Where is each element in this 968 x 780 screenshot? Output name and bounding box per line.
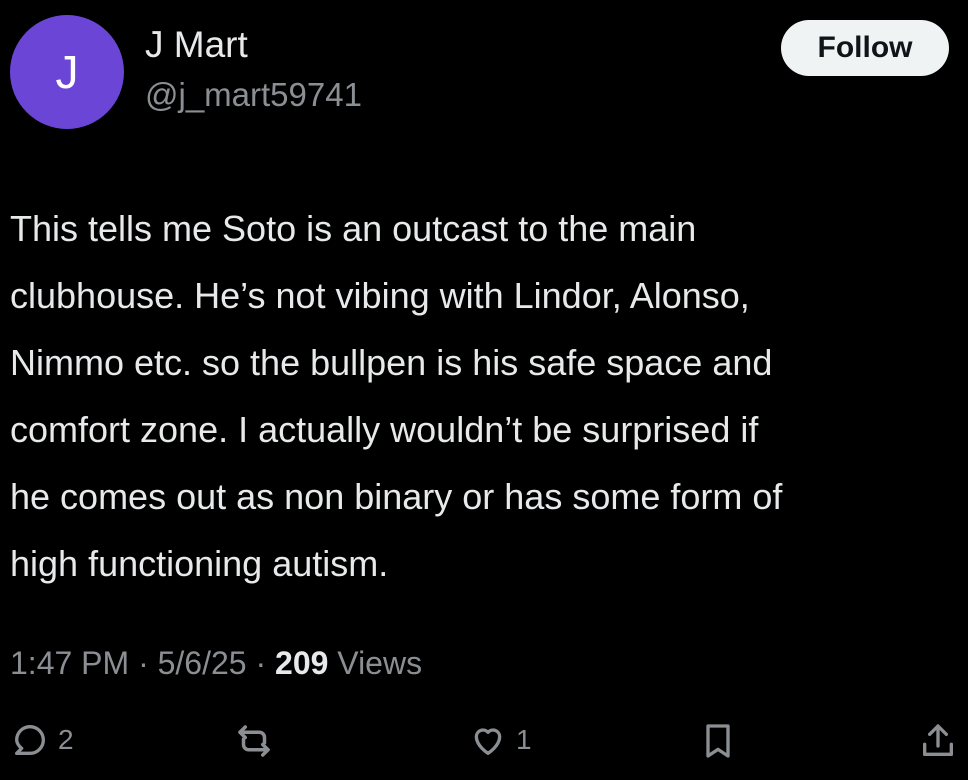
tweet-line: Nimmo etc. so the bullpen is his safe sp…: [10, 342, 773, 383]
separator: ·: [129, 645, 158, 681]
share-button[interactable]: [918, 720, 958, 762]
tweet-line: comfort zone. I actually wouldn’t be sur…: [10, 409, 759, 450]
reply-icon: [15, 725, 45, 755]
tweet-text: This tells me Soto is an outcast to the …: [10, 195, 960, 597]
user-handle[interactable]: @j_mart59741: [145, 76, 362, 114]
tweet-time[interactable]: 1:47 PM: [10, 645, 129, 681]
share-icon: [923, 724, 953, 756]
like-count: 1: [516, 724, 532, 755]
avatar[interactable]: J: [10, 15, 124, 129]
tweet-line: clubhouse. He’s not vibing with Lindor, …: [10, 275, 750, 316]
bookmark-icon: [706, 724, 730, 758]
retweet-button[interactable]: [233, 720, 275, 762]
retweet-icon: [238, 725, 270, 757]
bookmark-button[interactable]: [698, 720, 738, 762]
reply-count: 2: [58, 724, 74, 755]
avatar-letter: J: [55, 46, 79, 98]
views-label: Views: [328, 645, 423, 681]
tweet-meta: 1:47 PM · 5/6/25 · 209 Views: [10, 645, 422, 682]
tweet-date[interactable]: 5/6/25: [158, 645, 247, 681]
reply-button[interactable]: 2: [10, 720, 74, 760]
action-bar: 2 1: [0, 720, 968, 780]
tweet-line: This tells me Soto is an outcast to the …: [10, 208, 697, 249]
views-count: 209: [275, 645, 329, 681]
follow-button[interactable]: Follow: [781, 20, 949, 76]
heart-icon: [474, 728, 502, 755]
like-button[interactable]: 1: [468, 720, 532, 760]
tweet-line: he comes out as non binary or has some f…: [10, 476, 783, 517]
tweet-line: high functioning autism.: [10, 543, 389, 584]
separator: ·: [246, 645, 276, 681]
display-name[interactable]: J Mart: [145, 24, 248, 66]
